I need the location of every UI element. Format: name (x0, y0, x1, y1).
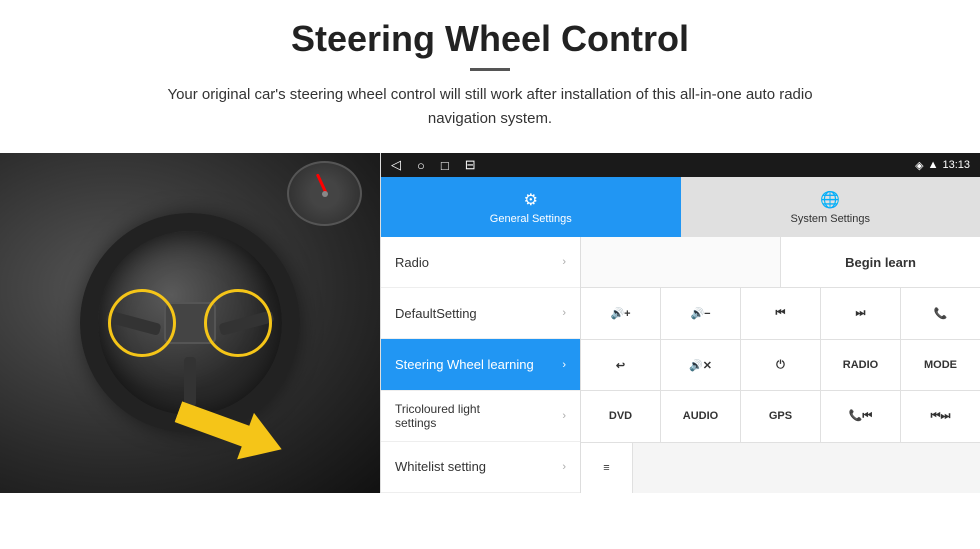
header-section: Steering Wheel Control Your original car… (0, 0, 980, 141)
radio-button[interactable]: RADIO (821, 340, 901, 390)
page-title: Steering Wheel Control (40, 18, 940, 60)
menu-radio-label: Radio (395, 255, 429, 270)
vol-up-icon: 🔊+ (610, 307, 630, 320)
grid-row-4: DVD AUDIO GPS 📞⏮ ⏮⏭ (581, 391, 980, 442)
nav-back-icon[interactable]: ◁ (391, 157, 401, 173)
steering-wheel-panel (0, 153, 380, 493)
power-icon: ⏻ (776, 359, 785, 372)
nav-recent-icon[interactable]: □ (441, 158, 449, 173)
mute-icon: 🔊✕ (689, 359, 712, 372)
gps-label: GPS (769, 410, 792, 422)
next-button[interactable]: ⏭ (821, 288, 901, 338)
dvd-label: DVD (609, 410, 632, 422)
menu-item-tricoloured[interactable]: Tricoloured lightsettings › (381, 391, 580, 442)
vol-down-icon: 🔊− (690, 307, 710, 320)
subtitle: Your original car's steering wheel contr… (140, 83, 840, 131)
tab-system-label: System Settings (791, 213, 870, 225)
steering-wheel-ring (80, 213, 300, 433)
dashboard-gauge (287, 161, 362, 226)
button-grid: Begin learn 🔊+ 🔊− ⏮ (581, 237, 980, 493)
chevron-tricoloured: › (562, 410, 566, 422)
nav-home-icon[interactable]: ○ (417, 158, 425, 173)
menu-steering-label: Steering Wheel learning (395, 357, 534, 372)
signal-icon: ▲ (928, 159, 939, 171)
nav-menu-icon[interactable]: ⊟ (465, 157, 476, 173)
prev-next-button[interactable]: ⏮⏭ (901, 391, 980, 441)
back-button[interactable]: ↩ (581, 340, 661, 390)
radio-label: RADIO (843, 359, 878, 371)
left-button-circle (108, 289, 176, 357)
status-nav: ◁ ○ □ ⊟ (391, 157, 476, 173)
begin-learn-button[interactable]: Begin learn (781, 237, 980, 287)
phone-icon: 📞 (934, 307, 948, 320)
menu-tricoloured-label: Tricoloured lightsettings (395, 402, 480, 430)
android-panel: ◁ ○ □ ⊟ ◈ ▲ 13:13 ⚙ General Settings (380, 153, 980, 493)
mode-button[interactable]: MODE (901, 340, 980, 390)
right-button-circle (204, 289, 272, 357)
menu-item-whitelist[interactable]: Whitelist setting › (381, 442, 580, 493)
list-icon: ≡ (603, 462, 609, 474)
status-bar: ◁ ○ □ ⊟ ◈ ▲ 13:13 (381, 153, 980, 177)
tab-general[interactable]: ⚙ General Settings (381, 177, 681, 237)
chevron-whitelist: › (562, 461, 566, 473)
empty-row5 (633, 443, 980, 493)
menu-default-label: DefaultSetting (395, 306, 477, 321)
page-wrapper: Steering Wheel Control Your original car… (0, 0, 980, 549)
content-section: ◁ ○ □ ⊟ ◈ ▲ 13:13 ⚙ General Settings (0, 153, 980, 493)
prev-button[interactable]: ⏮ (741, 288, 821, 338)
tabs-row: ⚙ General Settings 🌐 System Settings (381, 177, 980, 237)
chevron-steering: › (562, 359, 566, 371)
gps-button[interactable]: GPS (741, 391, 821, 441)
system-settings-icon: 🌐 (820, 190, 840, 210)
grid-row-3: ↩ 🔊✕ ⏻ RADIO MODE (581, 340, 980, 391)
location-icon: ◈ (915, 159, 923, 172)
vol-up-button[interactable]: 🔊+ (581, 288, 661, 338)
prev-icon: ⏮ (776, 307, 786, 320)
audio-button[interactable]: AUDIO (661, 391, 741, 441)
list-icon-button[interactable]: ≡ (581, 443, 633, 493)
audio-label: AUDIO (683, 410, 718, 422)
next-icon: ⏭ (856, 307, 866, 320)
sw-background (0, 153, 380, 493)
grid-row-1: Begin learn (581, 237, 980, 288)
menu-item-radio[interactable]: Radio › (381, 237, 580, 288)
phone-prev-button[interactable]: 📞⏮ (821, 391, 901, 441)
vol-down-button[interactable]: 🔊− (661, 288, 741, 338)
arrow-indicator (175, 403, 285, 458)
power-button[interactable]: ⏻ (741, 340, 821, 390)
mute-button[interactable]: 🔊✕ (661, 340, 741, 390)
grid-row-5: ≡ (581, 443, 980, 493)
menu-item-steering[interactable]: Steering Wheel learning › (381, 339, 580, 390)
tab-general-label: General Settings (490, 213, 572, 225)
tab-system[interactable]: 🌐 System Settings (681, 177, 980, 237)
menu-whitelist-label: Whitelist setting (395, 459, 486, 474)
grid-row-2: 🔊+ 🔊− ⏮ ⏭ 📞 (581, 288, 980, 339)
chevron-radio: › (562, 256, 566, 268)
empty-cell-1 (581, 237, 781, 287)
panel-body: Radio › DefaultSetting › Steering Wheel … (381, 237, 980, 493)
dvd-button[interactable]: DVD (581, 391, 661, 441)
spoke-bottom (184, 357, 196, 407)
prev-next-icon: ⏮⏭ (931, 410, 951, 423)
general-settings-icon: ⚙ (524, 190, 538, 210)
chevron-default: › (562, 307, 566, 319)
mode-label: MODE (924, 359, 957, 371)
time-display: 13:13 (942, 159, 970, 171)
title-divider (470, 68, 510, 71)
status-icons-right: ◈ ▲ 13:13 (915, 159, 970, 172)
phone-prev-icon: 📞⏮ (849, 409, 873, 423)
back-icon: ↩ (616, 359, 625, 372)
phone-button[interactable]: 📞 (901, 288, 980, 338)
menu-item-default[interactable]: DefaultSetting › (381, 288, 580, 339)
menu-list: Radio › DefaultSetting › Steering Wheel … (381, 237, 581, 493)
